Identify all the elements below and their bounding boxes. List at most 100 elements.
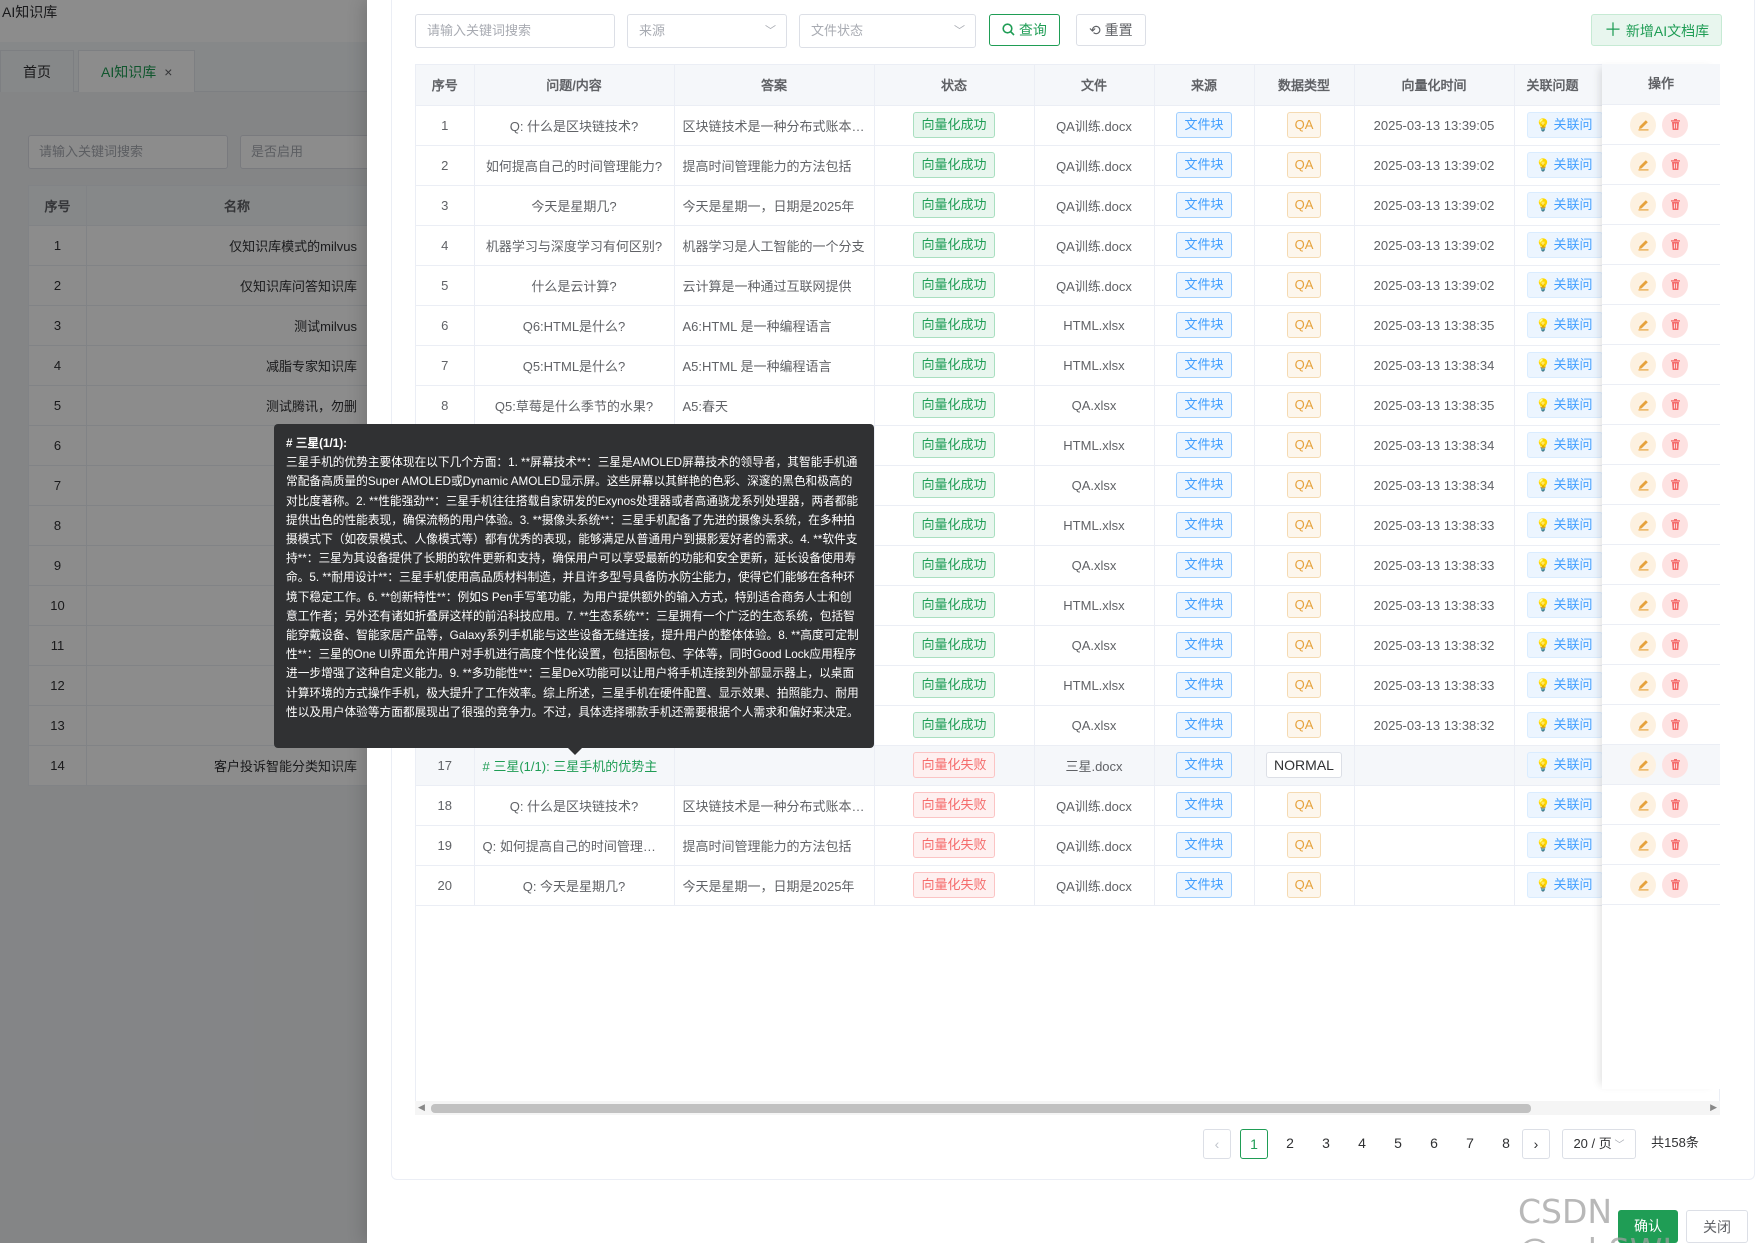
next-page-button[interactable]: › [1522, 1129, 1550, 1159]
row-question[interactable]: Q5:草莓是什么季节的水果? [474, 385, 675, 426]
related-question-button[interactable]: 💡 关联问 [1526, 792, 1604, 818]
related-question-button[interactable]: 💡 关联问 [1526, 632, 1604, 658]
edit-icon[interactable] [1630, 511, 1656, 538]
delete-icon[interactable] [1662, 471, 1688, 498]
edit-icon[interactable] [1630, 271, 1656, 298]
delete-icon[interactable] [1662, 551, 1688, 578]
edit-icon[interactable] [1630, 791, 1656, 818]
delete-icon[interactable] [1662, 831, 1688, 858]
related-question-button[interactable]: 💡 关联问 [1526, 152, 1604, 178]
related-question-button[interactable]: 💡 关联问 [1526, 312, 1604, 338]
table-row[interactable]: 3 今天是星期几? 今天是星期一，日期是2025年 向量化成功 QA训练.docx 文件块… [416, 185, 1719, 226]
edit-icon[interactable] [1630, 551, 1656, 578]
row-question[interactable]: Q: 今天是星期几? [474, 865, 675, 906]
row-question[interactable]: Q: 什么是区块链技术? [474, 105, 675, 146]
delete-icon[interactable] [1662, 671, 1688, 698]
delete-icon[interactable] [1662, 631, 1688, 658]
table-row[interactable]: 20 Q: 今天是星期几? 今天是星期一，日期是2025年 向量化失败 QA训练.doc… [416, 865, 1719, 906]
delete-icon[interactable] [1662, 391, 1688, 418]
edit-icon[interactable] [1630, 431, 1656, 458]
related-question-button[interactable]: 💡 关联问 [1526, 272, 1604, 298]
source-select[interactable]: 来源 ﹀ [627, 14, 787, 48]
page-number-8[interactable]: 8 [1492, 1129, 1520, 1159]
delete-icon[interactable] [1662, 791, 1688, 818]
related-question-button[interactable]: 💡 关联问 [1526, 672, 1604, 698]
page-number-7[interactable]: 7 [1456, 1129, 1484, 1159]
edit-icon[interactable] [1630, 391, 1656, 418]
table-row[interactable]: 6 Q6:HTML是什么? A6:HTML 是一种编程语言 向量化成功 HTML.xls… [416, 305, 1719, 346]
delete-icon[interactable] [1662, 751, 1688, 778]
page-number-4[interactable]: 4 [1348, 1129, 1376, 1159]
delete-icon[interactable] [1662, 511, 1688, 538]
delete-icon[interactable] [1662, 591, 1688, 618]
table-row[interactable]: 8 Q5:草莓是什么季节的水果? A5:春天 向量化成功 QA.xlsx 文件块 QA 202… [416, 385, 1719, 426]
edit-icon[interactable] [1630, 671, 1656, 698]
file-status-select[interactable]: 文件状态 ﹀ [799, 14, 976, 48]
scrollbar-thumb[interactable] [431, 1104, 1531, 1113]
edit-icon[interactable] [1630, 231, 1656, 258]
table-row[interactable]: 19 Q: 如何提高自己的时间管理能力? 提高时间管理能力的方法包括 向量化失败 QA训… [416, 825, 1719, 866]
edit-icon[interactable] [1630, 631, 1656, 658]
page-number-6[interactable]: 6 [1420, 1129, 1448, 1159]
page-number-2[interactable]: 2 [1276, 1129, 1304, 1159]
edit-icon[interactable] [1630, 191, 1656, 218]
related-question-button[interactable]: 💡 关联问 [1526, 752, 1604, 778]
table-row[interactable]: 7 Q5:HTML是什么? A5:HTML 是一种编程语言 向量化成功 HTML.xls… [416, 345, 1719, 386]
edit-icon[interactable] [1630, 711, 1656, 738]
related-question-button[interactable]: 💡 关联问 [1526, 112, 1604, 138]
edit-icon[interactable] [1630, 591, 1656, 618]
related-question-button[interactable]: 💡 关联问 [1526, 392, 1604, 418]
table-row[interactable]: 5 什么是云计算? 云计算是一种通过互联网提供 向量化成功 QA训练.docx 文件块 QA… [416, 265, 1719, 306]
edit-icon[interactable] [1630, 351, 1656, 378]
delete-icon[interactable] [1662, 231, 1688, 258]
add-ai-doc-button[interactable]: ＋ 新增AI文档库 [1591, 14, 1723, 46]
related-question-button[interactable]: 💡 关联问 [1526, 352, 1604, 378]
row-question[interactable]: 什么是云计算? [474, 265, 675, 306]
delete-icon[interactable] [1662, 191, 1688, 218]
related-question-button[interactable]: 💡 关联问 [1526, 512, 1604, 538]
edit-icon[interactable] [1630, 151, 1656, 178]
related-question-button[interactable]: 💡 关联问 [1526, 192, 1604, 218]
related-question-button[interactable]: 💡 关联问 [1526, 432, 1604, 458]
row-question[interactable]: Q6:HTML是什么? [474, 305, 675, 346]
page-size-select[interactable]: 20 / 页 ﹀ [1562, 1129, 1636, 1159]
edit-icon[interactable] [1630, 311, 1656, 338]
edit-icon[interactable] [1630, 871, 1656, 898]
table-row[interactable]: 17 # 三星(1/1): 三星手机的优势主 向量化失败 三星.docx 文件块 NORM… [416, 745, 1719, 786]
table-row[interactable]: 2 如何提高自己的时间管理能力? 提高时间管理能力的方法包括 向量化成功 QA训练.do… [416, 145, 1719, 186]
related-question-button[interactable]: 💡 关联问 [1526, 872, 1604, 898]
row-question[interactable]: Q5:HTML是什么? [474, 345, 675, 386]
page-number-1[interactable]: 1 [1240, 1129, 1268, 1159]
edit-icon[interactable] [1630, 111, 1656, 138]
delete-icon[interactable] [1662, 351, 1688, 378]
delete-icon[interactable] [1662, 871, 1688, 898]
scroll-right-icon[interactable]: ▶ [1710, 1102, 1717, 1113]
delete-icon[interactable] [1662, 431, 1688, 458]
related-question-button[interactable]: 💡 关联问 [1526, 472, 1604, 498]
related-question-button[interactable]: 💡 关联问 [1526, 832, 1604, 858]
table-row[interactable]: 4 机器学习与深度学习有何区别? 机器学习是人工智能的一个分支 向量化成功 QA训练.d… [416, 225, 1719, 266]
delete-icon[interactable] [1662, 711, 1688, 738]
scroll-left-icon[interactable]: ◀ [418, 1102, 425, 1113]
related-question-button[interactable]: 💡 关联问 [1526, 232, 1604, 258]
query-button[interactable]: 查询 [989, 14, 1060, 46]
delete-icon[interactable] [1662, 151, 1688, 178]
row-question[interactable]: 机器学习与深度学习有何区别? [474, 225, 675, 266]
page-number-3[interactable]: 3 [1312, 1129, 1340, 1159]
edit-icon[interactable] [1630, 471, 1656, 498]
page-number-5[interactable]: 5 [1384, 1129, 1412, 1159]
delete-icon[interactable] [1662, 311, 1688, 338]
delete-icon[interactable] [1662, 111, 1688, 138]
related-question-button[interactable]: 💡 关联问 [1526, 592, 1604, 618]
keyword-search-input[interactable]: 请输入关键词搜索 [415, 14, 615, 48]
related-question-button[interactable]: 💡 关联问 [1526, 552, 1604, 578]
row-question[interactable]: Q: 如何提高自己的时间管理能力? [474, 825, 675, 866]
row-question[interactable]: 今天是星期几? [474, 185, 675, 226]
edit-icon[interactable] [1630, 751, 1656, 778]
row-question[interactable]: Q: 什么是区块链技术? [474, 785, 675, 826]
reset-button[interactable]: ⟲ 重置 [1076, 14, 1146, 46]
delete-icon[interactable] [1662, 271, 1688, 298]
related-question-button[interactable]: 💡 关联问 [1526, 712, 1604, 738]
horizontal-scrollbar[interactable]: ◀ ▶ [415, 1101, 1720, 1115]
table-row[interactable]: 1 Q: 什么是区块链技术? 区块链技术是一种分布式账本技术 向量化成功 QA训练.do… [416, 105, 1719, 146]
